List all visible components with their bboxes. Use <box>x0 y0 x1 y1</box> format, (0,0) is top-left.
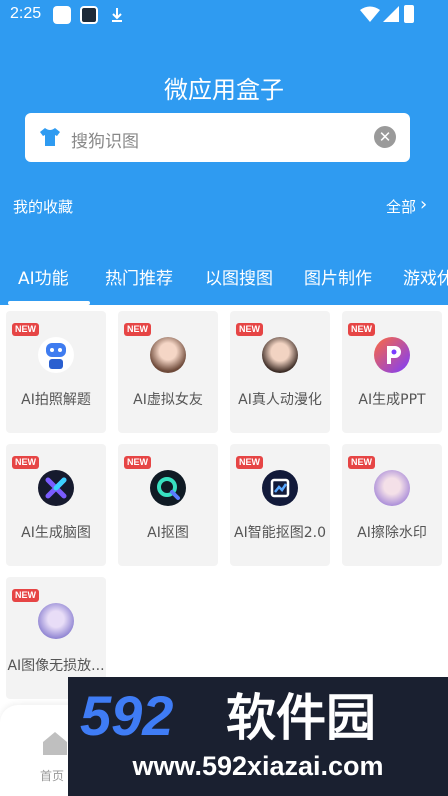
ppt-icon <box>374 337 410 373</box>
search-bar[interactable]: 搜狗识图 ✕ <box>25 113 410 162</box>
shirt-icon <box>40 128 60 146</box>
tool-label: AI抠图 <box>147 525 189 541</box>
home-icon[interactable] <box>41 729 69 757</box>
new-badge: NEW <box>12 589 39 602</box>
browser-app-icon <box>53 6 71 24</box>
download-icon <box>108 6 126 24</box>
favorites-label: 我的收藏 <box>13 198 74 216</box>
new-badge: NEW <box>236 456 263 469</box>
new-badge: NEW <box>12 456 39 469</box>
cutout-icon <box>150 470 186 506</box>
tool-card[interactable]: NEW AI拍照解题 <box>6 311 106 433</box>
smart-cutout-icon <box>262 470 298 506</box>
app-title: 微应用盒子 <box>164 76 284 104</box>
tab-image-search[interactable]: 以图搜图 <box>205 264 273 289</box>
tab-ai-features[interactable]: AI功能 <box>18 264 69 289</box>
watermark-overlay: 592 软件园 www.592xiazai.com <box>68 677 448 796</box>
tool-label: AI生成PPT <box>358 392 426 408</box>
category-tabs: AI功能 热门推荐 以图搜图 图片制作 游戏休 <box>0 262 448 305</box>
tool-card[interactable]: NEW AI生成PPT <box>342 311 442 433</box>
wifi-icon <box>360 6 380 22</box>
clear-icon[interactable]: ✕ <box>374 126 396 148</box>
nav-home-label[interactable]: 首页 <box>40 767 64 784</box>
tab-image-making[interactable]: 图片制作 <box>304 264 372 289</box>
new-badge: NEW <box>348 323 375 336</box>
signal-icon <box>383 6 399 22</box>
mindmap-icon <box>38 470 74 506</box>
tool-card[interactable]: NEW AI智能抠图2.0 <box>230 444 330 566</box>
chevron-right-icon[interactable]: › <box>420 194 427 215</box>
erase-watermark-icon <box>374 470 410 506</box>
svg-text:软件园: 软件园 <box>226 689 376 745</box>
tool-label: AI智能抠图2.0 <box>234 525 326 541</box>
search-input[interactable]: 搜狗识图 <box>71 127 139 152</box>
new-badge: NEW <box>348 456 375 469</box>
tab-games[interactable]: 游戏休 <box>403 264 448 289</box>
header: 2:25 微应用盒子 搜狗识图 ✕ 我的收藏 全部 › AI功能 热门推荐 以图… <box>0 0 448 305</box>
new-badge: NEW <box>124 323 151 336</box>
svg-text:592: 592 <box>80 685 173 745</box>
tool-label: AI生成脑图 <box>21 525 91 541</box>
tool-label: AI擦除水印 <box>357 525 427 541</box>
watermark-url: www.592xiazai.com <box>132 751 384 781</box>
game-app-icon <box>80 6 98 24</box>
tool-card[interactable]: NEW AI真人动漫化 <box>230 311 330 433</box>
new-badge: NEW <box>124 456 151 469</box>
favorites-all-link[interactable]: 全部 <box>386 196 416 217</box>
lossless-upscale-icon <box>38 603 74 639</box>
tool-label: AI虚拟女友 <box>133 392 203 408</box>
battery-icon <box>404 5 414 23</box>
tool-label: AI拍照解题 <box>21 392 91 408</box>
tool-card[interactable]: NEW AI擦除水印 <box>342 444 442 566</box>
new-badge: NEW <box>236 323 263 336</box>
anime-girl-icon <box>262 337 298 373</box>
tab-hot-recommend[interactable]: 热门推荐 <box>105 264 173 289</box>
tool-grid: NEW AI拍照解题 NEW AI虚拟女友 NEW AI真人动漫化 NEW AI… <box>0 305 448 705</box>
girl-avatar-icon <box>150 337 186 373</box>
tool-label: AI图像无损放... <box>7 658 105 674</box>
watermark-logo: 592 软件园 <box>80 685 376 745</box>
tool-label: AI真人动漫化 <box>238 392 322 408</box>
tool-card[interactable]: NEW AI抠图 <box>118 444 218 566</box>
status-time: 2:25 <box>10 5 42 22</box>
tool-card[interactable]: NEW AI生成脑图 <box>6 444 106 566</box>
new-badge: NEW <box>12 323 39 336</box>
robot-icon <box>38 337 74 373</box>
status-bar: 2:25 <box>0 0 448 30</box>
tool-card[interactable]: NEW AI虚拟女友 <box>118 311 218 433</box>
